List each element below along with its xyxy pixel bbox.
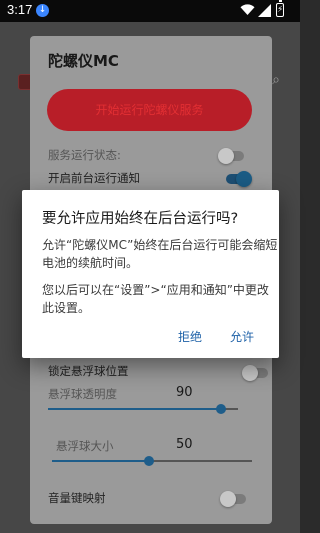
dialog-hint: 您以后可以在“设置”>“应用和通知”中更改此设置。: [42, 283, 269, 315]
allow-button[interactable]: 允许: [230, 328, 254, 345]
dialog-title: 要允许应用始终在后台运行吗?: [42, 211, 239, 227]
dialog-message: 允许“陀螺仪MC”始终在后台运行可能会缩短电池的续航时间。: [42, 238, 278, 270]
background-permission-dialog: 要允许应用始终在后台运行吗? 允许“陀螺仪MC”始终在后台运行可能会缩短电池的续…: [22, 190, 279, 358]
deny-button[interactable]: 拒绝: [178, 328, 202, 345]
